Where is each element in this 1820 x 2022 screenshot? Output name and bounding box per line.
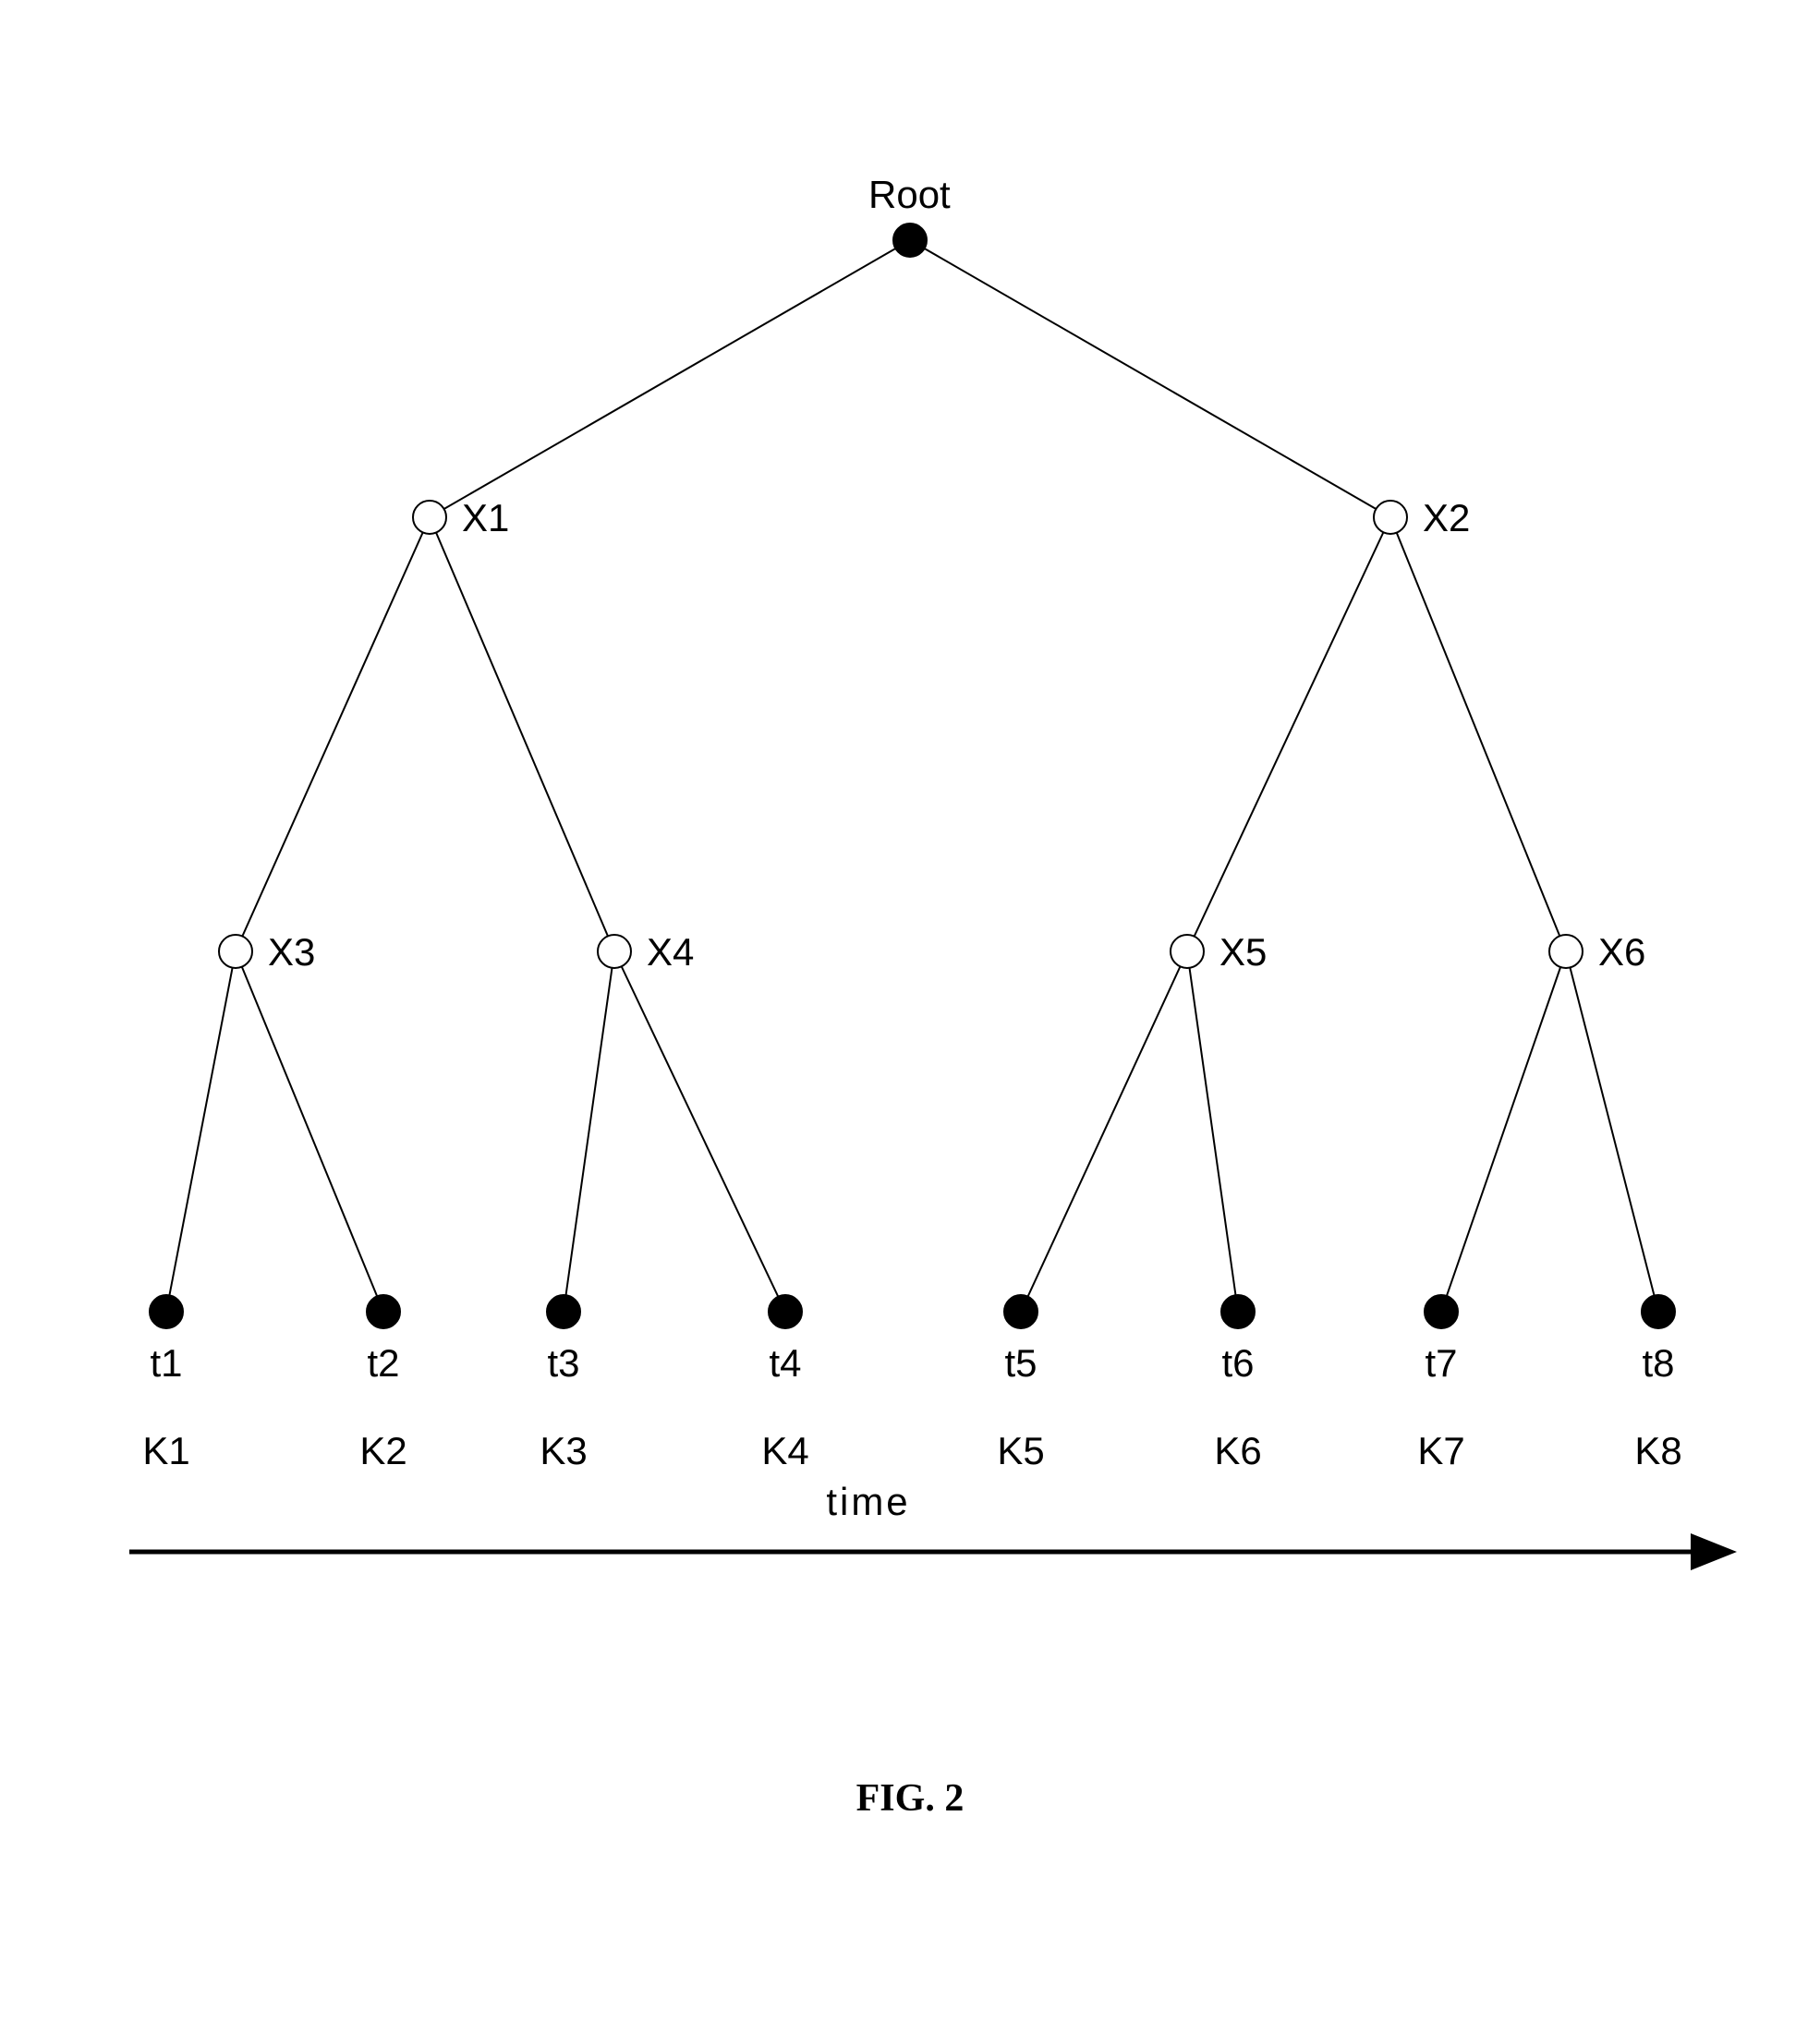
tree-diagram: Root X1 X2 X3 X4 X5 X6 t1 t2 t3 t4 t5 t6… — [0, 0, 1820, 2022]
label-x2: X2 — [1423, 496, 1470, 539]
edge-x2-x6 — [1390, 517, 1566, 951]
node-t8 — [1642, 1295, 1675, 1328]
edge-x2-x5 — [1187, 517, 1390, 951]
label-t4: t4 — [769, 1341, 801, 1385]
label-k2: K2 — [359, 1429, 406, 1472]
label-root: Root — [868, 173, 951, 216]
edge-x4-t4 — [614, 951, 785, 1312]
edge-x3-t1 — [166, 951, 236, 1312]
node-t6 — [1221, 1295, 1255, 1328]
label-k4: K4 — [761, 1429, 808, 1472]
edge-x6-t8 — [1566, 951, 1658, 1312]
label-t8: t8 — [1642, 1341, 1674, 1385]
label-k8: K8 — [1634, 1429, 1681, 1472]
label-x1: X1 — [462, 496, 509, 539]
edge-x5-t6 — [1187, 951, 1238, 1312]
node-x3 — [219, 935, 252, 968]
node-x5 — [1171, 935, 1204, 968]
node-x1 — [413, 501, 446, 534]
node-t7 — [1425, 1295, 1458, 1328]
label-t2: t2 — [367, 1341, 399, 1385]
node-t3 — [547, 1295, 580, 1328]
label-k1: K1 — [142, 1429, 189, 1472]
edge-x5-t5 — [1021, 951, 1187, 1312]
label-k7: K7 — [1417, 1429, 1464, 1472]
edge-x3-t2 — [236, 951, 383, 1312]
edge-x4-t3 — [564, 951, 614, 1312]
label-k3: K3 — [540, 1429, 587, 1472]
label-t6: t6 — [1221, 1341, 1254, 1385]
time-axis-arrowhead — [1691, 1533, 1737, 1570]
edge-x1-x3 — [236, 517, 430, 951]
label-x3: X3 — [268, 930, 315, 974]
label-t5: t5 — [1004, 1341, 1037, 1385]
figure-caption: FIG. 2 — [856, 1777, 965, 1820]
edge-x6-t7 — [1441, 951, 1566, 1312]
axis-label-time: time — [826, 1480, 910, 1523]
node-t1 — [150, 1295, 183, 1328]
label-k5: K5 — [997, 1429, 1044, 1472]
node-t5 — [1004, 1295, 1037, 1328]
label-x4: X4 — [647, 930, 694, 974]
label-x6: X6 — [1598, 930, 1645, 974]
node-x6 — [1549, 935, 1583, 968]
edge-root-x2 — [910, 240, 1390, 517]
edge-x1-x4 — [430, 517, 614, 951]
node-t2 — [367, 1295, 400, 1328]
edge-root-x1 — [430, 240, 910, 517]
label-t3: t3 — [547, 1341, 579, 1385]
node-x4 — [598, 935, 631, 968]
node-t4 — [769, 1295, 802, 1328]
node-root — [893, 224, 927, 257]
label-t1: t1 — [150, 1341, 182, 1385]
node-x2 — [1374, 501, 1407, 534]
label-t7: t7 — [1425, 1341, 1457, 1385]
label-k6: K6 — [1214, 1429, 1261, 1472]
label-x5: X5 — [1219, 930, 1267, 974]
